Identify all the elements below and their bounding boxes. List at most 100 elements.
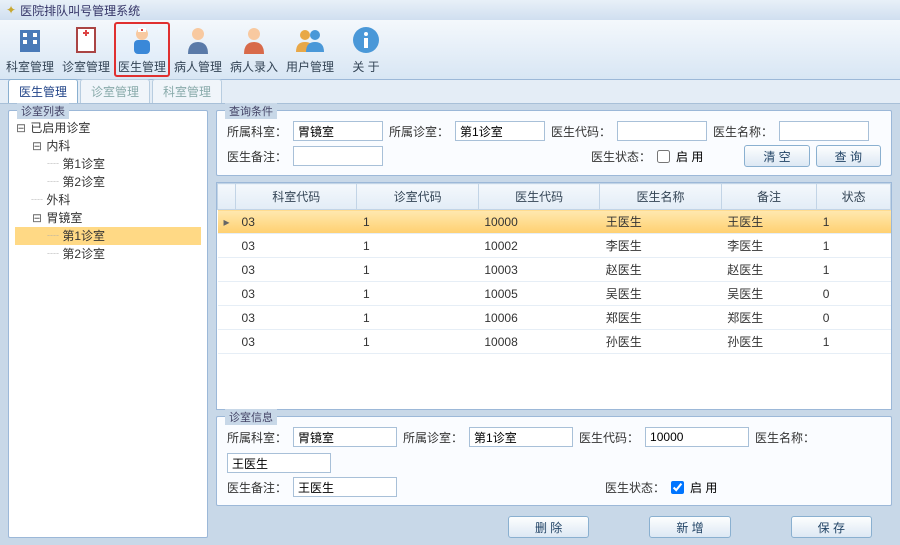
search-button[interactable]: 查 询 xyxy=(816,145,881,167)
toggle-icon[interactable]: ⊟ xyxy=(31,209,43,227)
delete-button[interactable]: 删 除 xyxy=(508,516,589,538)
action-bar: 删 除 新 增 保 存 xyxy=(216,512,892,538)
grid-header[interactable]: 医生代码 xyxy=(478,184,599,210)
tree-label: 已启用诊室 xyxy=(30,121,90,135)
toolbar: 科室管理诊室管理医生管理病人管理病人录入用户管理关 于 xyxy=(0,20,900,80)
d-dept-input[interactable] xyxy=(293,427,397,447)
toolbar-user-manage[interactable]: 用户管理 xyxy=(282,22,338,77)
cell: 03 xyxy=(236,282,357,306)
save-button[interactable]: 保 存 xyxy=(791,516,872,538)
d-dept-label: 所属科室： xyxy=(227,429,287,446)
cell: 郑医生 xyxy=(721,306,817,330)
query-panel: 查询条件 所属科室： 所属诊室： 医生代码： 医生名称： 医生备注： 医生状态：… xyxy=(216,110,892,176)
tree-label: 第1诊室 xyxy=(62,157,105,171)
toolbar-label: 科室管理 xyxy=(6,58,54,75)
d-status-chk-label: 启 用 xyxy=(690,479,717,496)
cell: 03 xyxy=(236,330,357,354)
row-marker xyxy=(218,258,236,282)
cell: 10005 xyxy=(478,282,599,306)
cell: 孙医生 xyxy=(721,330,817,354)
table-row[interactable]: 03110005吴医生吴医生0 xyxy=(218,282,891,306)
add-button[interactable]: 新 增 xyxy=(649,516,730,538)
cell: 10002 xyxy=(478,234,599,258)
app-icon: ✦ xyxy=(6,3,16,17)
room-tree[interactable]: ⊟ 已启用诊室⊟ 内科┈ 第1诊室┈ 第2诊室┈ 外科⊟ 胃镜室┈ 第1诊室┈ … xyxy=(13,117,203,265)
d-name-label: 医生名称： xyxy=(755,429,815,446)
tree-label: 第2诊室 xyxy=(62,175,105,189)
tree-node[interactable]: ┈ 第2诊室 xyxy=(15,173,201,191)
subtabs: 医生管理诊室管理科室管理 xyxy=(0,80,900,104)
d-remark-input[interactable] xyxy=(293,477,397,497)
doc-code-input[interactable] xyxy=(617,121,707,141)
room-input[interactable] xyxy=(455,121,545,141)
cell: 1 xyxy=(357,330,478,354)
titlebar: ✦ 医院排队叫号管理系统 xyxy=(0,0,900,20)
tree-node[interactable]: ┈ 第2诊室 xyxy=(15,245,201,263)
tree-node[interactable]: ⊟ 内科 xyxy=(15,137,201,155)
d-name-input[interactable] xyxy=(227,453,331,473)
toggle-icon[interactable]: ⊟ xyxy=(31,137,43,155)
tree-label: 第2诊室 xyxy=(62,247,105,261)
row-marker xyxy=(218,306,236,330)
status-checkbox[interactable] xyxy=(657,150,670,163)
doctor-grid[interactable]: 科室代码诊室代码医生代码医生名称备注状态 ▸03110000王医生王医生1031… xyxy=(217,183,891,354)
subtab-0[interactable]: 医生管理 xyxy=(8,79,78,103)
grid-header[interactable]: 备注 xyxy=(721,184,817,210)
dept-input[interactable] xyxy=(293,121,383,141)
tree-node[interactable]: ┈ 第1诊室 xyxy=(15,227,201,245)
building-icon xyxy=(14,24,46,56)
remark-input[interactable] xyxy=(293,146,383,166)
table-row[interactable]: 03110002李医生李医生1 xyxy=(218,234,891,258)
detail-panel: 诊室信息 所属科室： 所属诊室： 医生代码： 医生名称： 医生备注： 医生状态：… xyxy=(216,416,892,506)
d-code-input[interactable] xyxy=(645,427,749,447)
cell: 1 xyxy=(817,330,891,354)
grid-header[interactable]: 诊室代码 xyxy=(357,184,478,210)
toolbar-patient-manage[interactable]: 病人管理 xyxy=(170,22,226,77)
doc-name-input[interactable] xyxy=(779,121,869,141)
toolbar-room-manage[interactable]: 诊室管理 xyxy=(58,22,114,77)
tree-node[interactable]: ⊟ 胃镜室 xyxy=(15,209,201,227)
tree-label: 第1诊室 xyxy=(62,229,105,243)
patient2-icon xyxy=(238,24,270,56)
tree-node[interactable]: ┈ 第1诊室 xyxy=(15,155,201,173)
tree-node[interactable]: ⊟ 已启用诊室 xyxy=(15,119,201,137)
toolbar-label: 用户管理 xyxy=(286,58,334,75)
cell: 0 xyxy=(817,306,891,330)
subtab-1[interactable]: 诊室管理 xyxy=(80,79,150,103)
toolbar-label: 病人管理 xyxy=(174,58,222,75)
d-room-input[interactable] xyxy=(469,427,573,447)
d-status-checkbox[interactable] xyxy=(671,481,684,494)
tree-node[interactable]: ┈ 外科 xyxy=(15,191,201,209)
table-row[interactable]: 03110006郑医生郑医生0 xyxy=(218,306,891,330)
toolbar-patient-entry[interactable]: 病人录入 xyxy=(226,22,282,77)
sidebar-panel: 诊室列表 ⊟ 已启用诊室⊟ 内科┈ 第1诊室┈ 第2诊室┈ 外科⊟ 胃镜室┈ 第… xyxy=(8,110,208,538)
tree-label: 胃镜室 xyxy=(46,211,82,225)
grid-header[interactable]: 状态 xyxy=(817,184,891,210)
grid-header[interactable]: 医生名称 xyxy=(600,184,721,210)
toggle-icon[interactable]: ⊟ xyxy=(15,119,27,137)
clear-button[interactable]: 清 空 xyxy=(744,145,809,167)
table-row[interactable]: 03110003赵医生赵医生1 xyxy=(218,258,891,282)
toolbar-dept-manage[interactable]: 科室管理 xyxy=(2,22,58,77)
table-row[interactable]: ▸03110000王医生王医生1 xyxy=(218,210,891,234)
grid-header[interactable]: 科室代码 xyxy=(236,184,357,210)
row-marker xyxy=(218,282,236,306)
subtab-2[interactable]: 科室管理 xyxy=(152,79,222,103)
dept-label: 所属科室： xyxy=(227,123,287,140)
tree-label: 内科 xyxy=(46,139,70,153)
cell: 1 xyxy=(357,258,478,282)
toolbar-doctor-manage[interactable]: 医生管理 xyxy=(114,22,170,77)
table-row[interactable]: 03110008孙医生孙医生1 xyxy=(218,330,891,354)
sidebar-title: 诊室列表 xyxy=(17,103,69,119)
toolbar-about[interactable]: 关 于 xyxy=(338,22,394,77)
d-room-label: 所属诊室： xyxy=(403,429,463,446)
info-icon xyxy=(350,24,382,56)
remark-label: 医生备注： xyxy=(227,148,287,165)
room-label: 所属诊室： xyxy=(389,123,449,140)
cell: 赵医生 xyxy=(600,258,721,282)
d-remark-label: 医生备注： xyxy=(227,479,287,496)
toolbar-label: 诊室管理 xyxy=(62,58,110,75)
cell: 1 xyxy=(357,234,478,258)
cell: 1 xyxy=(357,210,478,234)
detail-title: 诊室信息 xyxy=(225,409,277,425)
